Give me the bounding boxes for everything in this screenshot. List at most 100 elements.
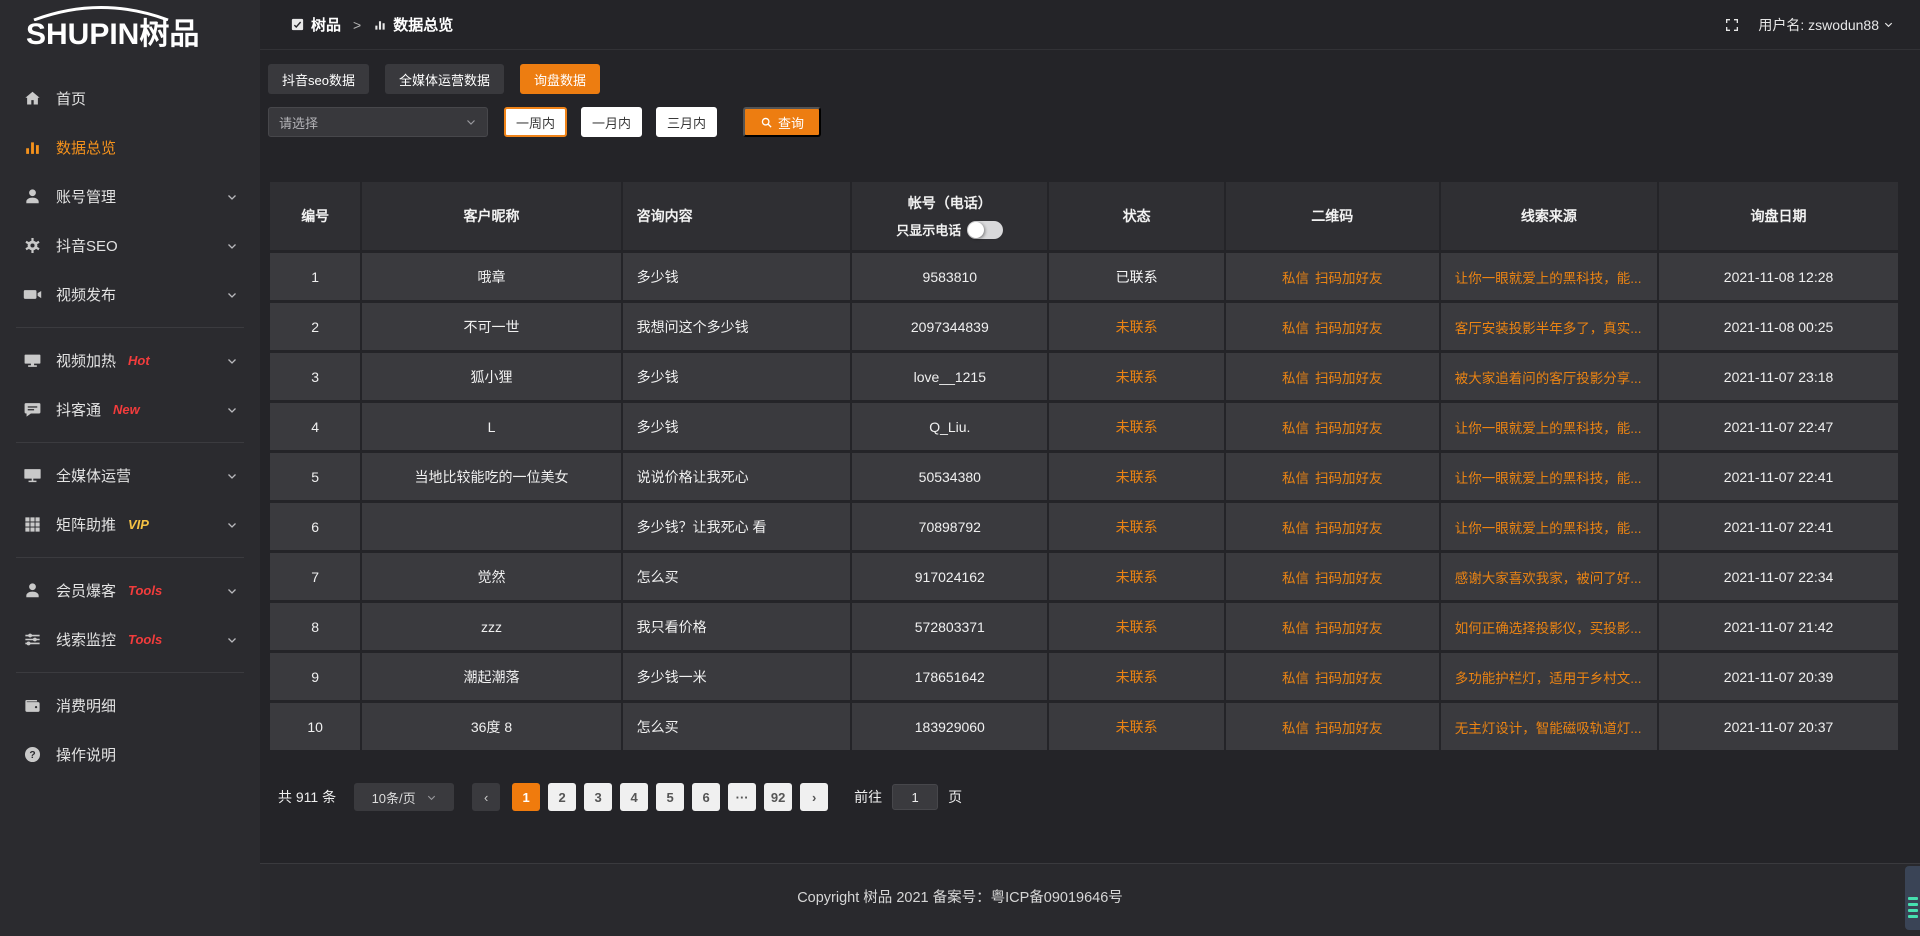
sidebar-item-matrix-boost[interactable]: 矩阵助推 VIP <box>0 500 260 549</box>
lead-source-link[interactable]: 无主灯设计，智能磁吸轨道灯... <box>1455 721 1642 736</box>
breadcrumb-app[interactable]: 树品 <box>311 14 341 35</box>
private-message-link[interactable]: 私信 <box>1282 621 1309 636</box>
lead-source-link[interactable]: 让你一眼就爱上的黑科技，能... <box>1455 421 1642 436</box>
scan-add-friend-link[interactable]: 扫码加好友 <box>1315 721 1383 736</box>
private-message-link[interactable]: 私信 <box>1282 421 1309 436</box>
sidebar-item-member-explosion[interactable]: 会员爆客 Tools <box>0 566 260 615</box>
cell-source: 客厅安装投影半年多了，真实... <box>1441 303 1657 350</box>
lead-source-link[interactable]: 多功能护栏灯，适用于乡村文... <box>1455 671 1642 686</box>
username-label: 用户名: zswodun88 <box>1758 15 1879 35</box>
private-message-link[interactable]: 私信 <box>1282 571 1309 586</box>
page-button[interactable]: ··· <box>728 783 756 811</box>
scan-add-friend-link[interactable]: 扫码加好友 <box>1315 271 1383 286</box>
lead-source-link[interactable]: 客厅安装投影半年多了，真实... <box>1455 321 1642 336</box>
private-message-link[interactable]: 私信 <box>1282 521 1309 536</box>
sidebar-item-home[interactable]: 首页 <box>0 74 260 123</box>
range-week-button[interactable]: 一周内 <box>504 107 567 137</box>
cell-qrcode: 私信扫码加好友 <box>1226 603 1439 650</box>
sidebar-item-label: 数据总览 <box>56 137 116 158</box>
account-select[interactable]: 请选择 <box>268 107 488 137</box>
lead-source-link[interactable]: 让你一眼就爱上的黑科技，能... <box>1455 271 1642 286</box>
private-message-link[interactable]: 私信 <box>1282 671 1309 686</box>
status-text: 未联系 <box>1116 569 1158 585</box>
cell-qrcode: 私信扫码加好友 <box>1226 553 1439 600</box>
private-message-link[interactable]: 私信 <box>1282 321 1309 336</box>
page-button[interactable]: 5 <box>656 783 684 811</box>
service-widget[interactable] <box>1905 866 1920 930</box>
sidebar-item-consumption-details[interactable]: 消费明细 <box>0 681 260 730</box>
sidebar-menu: 首页 数据总览 账号管理 抖音SEO 视频发布 <box>0 64 260 779</box>
status-text: 未联系 <box>1116 419 1158 435</box>
sidebar-item-doukentong[interactable]: 抖客通 New <box>0 385 260 434</box>
scan-add-friend-link[interactable]: 扫码加好友 <box>1315 671 1383 686</box>
tab-douyin-seo-data[interactable]: 抖音seo数据 <box>268 64 369 94</box>
status-text: 未联系 <box>1116 619 1158 635</box>
page-button[interactable]: 3 <box>584 783 612 811</box>
cell-account: 572803371 <box>852 603 1047 650</box>
cell-index: 10 <box>270 703 360 750</box>
page-button[interactable]: 1 <box>512 783 540 811</box>
sidebar-item-video-heating[interactable]: 视频加热 Hot <box>0 336 260 385</box>
monitor-icon <box>22 466 42 486</box>
sidebar-item-label: 会员爆客 <box>56 580 116 601</box>
cell-account: 183929060 <box>852 703 1047 750</box>
sidebar-item-lead-monitoring[interactable]: 线索监控 Tools <box>0 615 260 664</box>
cell-date: 2021-11-08 12:28 <box>1659 253 1898 300</box>
page-size-select[interactable]: 10条/页 <box>354 783 454 811</box>
tab-inquiry-data[interactable]: 询盘数据 <box>520 64 600 94</box>
brand-logo[interactable]: SHUPIN树品 <box>0 0 260 64</box>
person-icon <box>22 581 42 601</box>
sidebar-item-douyin-seo[interactable]: 抖音SEO <box>0 221 260 270</box>
sidebar-item-data-overview[interactable]: 数据总览 <box>0 123 260 172</box>
divider <box>16 557 244 558</box>
range-month-button[interactable]: 一月内 <box>581 107 642 137</box>
col-qrcode: 二维码 <box>1226 182 1439 250</box>
scan-add-friend-link[interactable]: 扫码加好友 <box>1315 521 1383 536</box>
goto-page: 前往 页 <box>854 784 962 810</box>
cell-qrcode: 私信扫码加好友 <box>1226 303 1439 350</box>
phone-only-toggle[interactable] <box>967 221 1003 239</box>
scan-add-friend-link[interactable]: 扫码加好友 <box>1315 471 1383 486</box>
phone-toggle-row: 只显示电话 <box>852 220 1047 239</box>
user-menu[interactable]: 用户名: zswodun88 <box>1758 15 1894 35</box>
cell-content: 我只看价格 <box>623 603 851 650</box>
cell-qrcode: 私信扫码加好友 <box>1226 653 1439 700</box>
sidebar-item-operation-guide[interactable]: ? 操作说明 <box>0 730 260 779</box>
lead-source-link[interactable]: 感谢大家喜欢我家，被问了好... <box>1455 571 1642 586</box>
cell-status: 未联系 <box>1049 653 1223 700</box>
prev-page-button[interactable]: ‹ <box>472 783 500 811</box>
lead-source-link[interactable]: 如何正确选择投影仪，买投影... <box>1455 621 1642 636</box>
lead-source-link[interactable]: 让你一眼就爱上的黑科技，能... <box>1455 521 1642 536</box>
scan-add-friend-link[interactable]: 扫码加好友 <box>1315 621 1383 636</box>
scan-add-friend-link[interactable]: 扫码加好友 <box>1315 571 1383 586</box>
sidebar-item-omnimedia-operation[interactable]: 全媒体运营 <box>0 451 260 500</box>
private-message-link[interactable]: 私信 <box>1282 721 1309 736</box>
scan-add-friend-link[interactable]: 扫码加好友 <box>1315 321 1383 336</box>
sidebar-item-account-management[interactable]: 账号管理 <box>0 172 260 221</box>
chevron-down-icon <box>226 470 238 482</box>
sidebar-item-video-publish[interactable]: 视频发布 <box>0 270 260 319</box>
cell-nickname: L <box>362 403 620 450</box>
range-quarter-button[interactable]: 三月内 <box>656 107 717 137</box>
scan-add-friend-link[interactable]: 扫码加好友 <box>1315 371 1383 386</box>
private-message-link[interactable]: 私信 <box>1282 271 1309 286</box>
fullscreen-icon[interactable] <box>1724 17 1740 33</box>
page-button[interactable]: 4 <box>620 783 648 811</box>
cell-index: 4 <box>270 403 360 450</box>
private-message-link[interactable]: 私信 <box>1282 471 1309 486</box>
chevron-down-icon <box>465 116 477 128</box>
page-button[interactable]: 2 <box>548 783 576 811</box>
private-message-link[interactable]: 私信 <box>1282 371 1309 386</box>
page-button[interactable]: 92 <box>764 783 792 811</box>
cell-index: 5 <box>270 453 360 500</box>
tools-badge: Tools <box>128 632 162 647</box>
goto-page-input[interactable] <box>892 784 938 810</box>
page-button[interactable]: 6 <box>692 783 720 811</box>
next-page-button[interactable]: › <box>800 783 828 811</box>
cell-source: 让你一眼就爱上的黑科技，能... <box>1441 253 1657 300</box>
lead-source-link[interactable]: 让你一眼就爱上的黑科技，能... <box>1455 471 1642 486</box>
scan-add-friend-link[interactable]: 扫码加好友 <box>1315 421 1383 436</box>
tab-omnimedia-data[interactable]: 全媒体运营数据 <box>385 64 504 94</box>
lead-source-link[interactable]: 被大家追着问的客厅投影分享... <box>1455 371 1642 386</box>
search-button[interactable]: 查询 <box>743 107 821 137</box>
